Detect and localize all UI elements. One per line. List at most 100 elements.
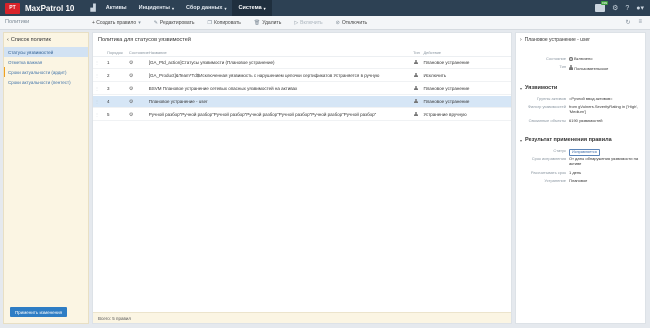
table-row[interactable]: ⋮ 1 ⚙ [GA_Ptd_action]Статусы уязвимости … bbox=[93, 57, 511, 69]
detail-key: Устранение bbox=[544, 178, 566, 183]
row-state: ⚙ bbox=[123, 86, 149, 92]
notification-count-badge: 999 bbox=[601, 1, 609, 5]
chevron-left-icon: ‹ bbox=[7, 37, 9, 43]
table-row[interactable]: ⋮ 5 ⚙ Ручной разбор"Ручной разбор"Ручной… bbox=[93, 109, 511, 121]
nav-data-collection[interactable]: Сбор данных ▾ bbox=[180, 0, 233, 16]
create-rule-button[interactable]: + Создать правило ▾ bbox=[92, 20, 141, 26]
detail-key: Срок исправления bbox=[531, 156, 566, 161]
column-type[interactable]: Тип bbox=[410, 50, 424, 55]
edit-button[interactable]: ✎ Редактировать bbox=[154, 20, 195, 26]
details-header: › Плановое устранение - user bbox=[520, 37, 590, 43]
row-order: 5 bbox=[106, 112, 110, 117]
chevron-down-icon: ▾ bbox=[520, 85, 523, 91]
copy-icon: ❐ bbox=[207, 20, 212, 26]
top-navigation-bar: PT MaxPatrol 10 ▟ Активы Инциденты ▾ Сбор… bbox=[0, 0, 650, 16]
chevron-down-icon: ▾ bbox=[263, 5, 266, 11]
state-value: Включено bbox=[574, 56, 593, 61]
policy-list-panel: ‹ Список политик Статусы уязвимостей Отм… bbox=[3, 32, 89, 324]
column-action[interactable]: Действие bbox=[423, 50, 511, 55]
pt-logo: PT bbox=[5, 2, 20, 14]
nav-system[interactable]: Система ▾ bbox=[232, 0, 272, 16]
delete-button[interactable]: 🗑 Удалить bbox=[254, 20, 281, 26]
menu-icon[interactable]: ≡ bbox=[638, 19, 642, 26]
row-name: [GA_Ptd_action]Статусы уязвимости (Плано… bbox=[148, 60, 275, 65]
detail-related-objects: Связанные объекты 6190 уязвимостей bbox=[516, 118, 645, 124]
trash-icon: 🗑 bbox=[253, 20, 261, 26]
apply-changes-button[interactable]: Применить изменения bbox=[10, 307, 67, 317]
row-name: Ручной разбор"Ручной разбор"Ручной разбо… bbox=[148, 112, 377, 117]
disable-button[interactable]: ⊘ Отключить bbox=[336, 20, 367, 26]
refresh-icon[interactable]: ↻ bbox=[625, 19, 630, 26]
row-name: Плановое устранение - user bbox=[148, 99, 208, 104]
row-drag-handle[interactable]: ⋮ bbox=[93, 99, 101, 104]
row-state: ⚙ bbox=[123, 99, 149, 105]
row-name: BSVM Плановое устранение сетевых опасных… bbox=[148, 86, 298, 91]
detail-calc-term: Рассчитывать срок 1 день bbox=[516, 170, 645, 176]
detail-value: Плановое bbox=[569, 178, 588, 183]
row-name: [GA_Product]&Team*Td$Исключенная уязвимо… bbox=[148, 73, 380, 78]
toolbar-bar: Политики + Создать правило ▾ ✎ Редактирова… bbox=[0, 16, 650, 30]
play-icon: ▷ bbox=[294, 20, 299, 26]
chevron-down-icon: ▾ bbox=[520, 137, 523, 143]
row-order: 2 bbox=[106, 73, 110, 78]
row-type bbox=[410, 98, 424, 105]
edit-label: Редактировать bbox=[159, 20, 195, 26]
policy-item-audit-deadlines[interactable]: Сроки актуальности (ардит) bbox=[4, 67, 88, 77]
settings-icon[interactable]: ⚙ bbox=[612, 4, 618, 12]
nav-incidents[interactable]: Инциденты ▾ bbox=[133, 0, 180, 16]
column-name[interactable]: Название bbox=[149, 50, 410, 55]
detail-value: Включено bbox=[569, 56, 645, 62]
help-icon[interactable]: ? bbox=[625, 5, 629, 12]
row-type bbox=[410, 85, 424, 92]
notifications-icon[interactable]: 999 bbox=[595, 1, 609, 12]
chevron-down-icon: ▾ bbox=[138, 20, 141, 26]
detail-state: Состояние Включено bbox=[516, 56, 645, 62]
enable-button[interactable]: ▷ Включить bbox=[294, 20, 322, 26]
column-state[interactable]: Состояние bbox=[123, 50, 149, 55]
detail-value: from gVulners.SeverityRating in ['High',… bbox=[569, 104, 639, 114]
policy-item-important-mark[interactable]: Отметка важная bbox=[4, 57, 88, 67]
row-drag-handle[interactable]: ⋮ bbox=[93, 86, 101, 91]
app-title: MaxPatrol 10 bbox=[25, 3, 75, 13]
rules-table-panel: Политика для статусов уязвимостей Порядо… bbox=[92, 32, 512, 324]
detail-value: От даты обнаружения уязвимости на активе bbox=[569, 156, 639, 166]
chart-icon[interactable]: ▟ bbox=[90, 4, 95, 12]
chevron-down-icon: ▾ bbox=[224, 5, 227, 11]
detail-value: 6190 уязвимостей bbox=[569, 118, 603, 123]
policy-item-vuln-statuses[interactable]: Статусы уязвимостей bbox=[4, 47, 88, 57]
row-state: ⚙ bbox=[123, 112, 149, 118]
chevron-right-icon[interactable]: › bbox=[520, 37, 522, 43]
gear-icon: ⚙ bbox=[128, 72, 134, 79]
column-order[interactable]: Порядок bbox=[101, 50, 123, 55]
detail-value: Исправляется bbox=[569, 149, 645, 156]
row-order: 4 bbox=[106, 99, 110, 104]
detail-key: Статус bbox=[553, 148, 566, 153]
row-drag-handle[interactable]: ⋮ bbox=[93, 60, 101, 65]
copy-button[interactable]: ❐ Копировать bbox=[207, 20, 240, 26]
rules-toolbar: + Создать правило ▾ ✎ Редактировать ❐ Копир… bbox=[92, 16, 367, 30]
nav-data-collection-label: Сбор данных bbox=[185, 5, 223, 11]
disable-label: Отключить bbox=[341, 20, 368, 26]
row-type bbox=[410, 59, 424, 66]
details-title: Плановое устранение - user bbox=[524, 37, 590, 43]
table-row[interactable]: ⋮ 2 ⚙ [GA_Product]&Team*Td$Исключенная у… bbox=[93, 70, 511, 82]
row-action: Плановое устранение bbox=[423, 86, 470, 91]
row-type bbox=[410, 111, 424, 118]
table-row-selected[interactable]: ⋮ 4 ⚙ Плановое устранение - user Планово… bbox=[93, 96, 511, 108]
section-vulnerabilities[interactable]: ▾ Уязвимости bbox=[520, 85, 557, 91]
nav-assets[interactable]: Активы bbox=[100, 0, 133, 16]
detail-value: 1 день bbox=[569, 170, 582, 175]
gear-icon: ⚙ bbox=[128, 59, 134, 66]
copy-label: Копировать bbox=[213, 20, 241, 26]
section-rule-result[interactable]: ▾ Результат применения правила bbox=[520, 137, 612, 143]
user-icon[interactable]: ●▾ bbox=[636, 4, 644, 12]
policy-list-header[interactable]: ‹ Список политик bbox=[4, 33, 88, 47]
table-row[interactable]: ⋮ 3 ⚙ BSVM Плановое устранение сетевых о… bbox=[93, 83, 511, 95]
row-drag-handle[interactable]: ⋮ bbox=[93, 73, 101, 78]
detail-key: Связанные объекты bbox=[528, 118, 566, 123]
row-state: ⚙ bbox=[123, 73, 149, 79]
gear-icon: ⚙ bbox=[128, 98, 134, 105]
nav-incidents-label: Инциденты bbox=[138, 5, 170, 11]
policy-item-pentest-deadlines[interactable]: Сроки актуальности (пентест) bbox=[4, 77, 88, 87]
row-drag-handle[interactable]: ⋮ bbox=[93, 112, 101, 117]
